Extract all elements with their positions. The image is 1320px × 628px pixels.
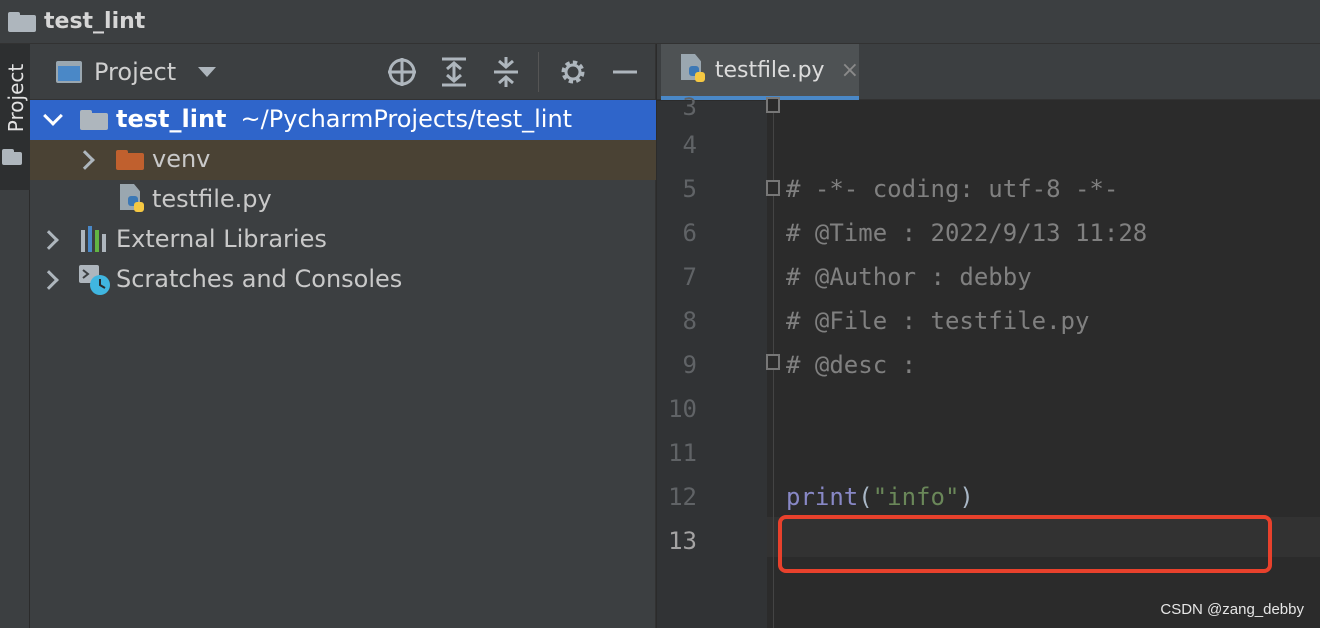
project-panel: Project test_lint ~/PycharmProjects/test…: [30, 44, 656, 628]
fold-marker-icon[interactable]: [766, 354, 780, 370]
line-number: 9: [682, 351, 697, 379]
folder-icon: [8, 11, 36, 32]
toolbar-separator: [538, 52, 539, 92]
line-number: 3: [682, 93, 697, 121]
folder-icon: [116, 150, 144, 170]
builtin-print: print: [786, 483, 859, 511]
line-number: 5: [682, 175, 697, 203]
line-number: 12: [668, 483, 697, 511]
code-line: # @Author : debby: [786, 263, 1032, 291]
watermark: CSDN @zang_debby: [1160, 601, 1304, 618]
folder-icon: [2, 149, 22, 165]
external-libraries-label: External Libraries: [116, 225, 327, 253]
scratches-label: Scratches and Consoles: [116, 265, 403, 293]
root-folder-path: ~/PycharmProjects/test_lint: [240, 105, 573, 133]
project-window-icon: [56, 60, 82, 83]
project-view-selector[interactable]: Project: [94, 58, 176, 86]
tree-item-venv[interactable]: venv: [30, 140, 656, 180]
tree-item-external-libraries[interactable]: External Libraries: [30, 220, 656, 260]
left-tool-strip: Project: [0, 44, 30, 628]
folder-icon: [80, 110, 108, 130]
python-file-icon: [118, 184, 146, 216]
tab-testfile[interactable]: testfile.py ×: [661, 44, 859, 100]
python-file-icon: [679, 54, 705, 86]
project-tool-tab-label: Project: [4, 63, 28, 133]
line-number: 10: [668, 395, 697, 423]
project-tool-tab[interactable]: Project: [0, 44, 30, 190]
breadcrumb-project[interactable]: test_lint: [44, 9, 145, 34]
line-number: 4: [682, 131, 697, 159]
code-line-print: print("info"): [786, 483, 974, 511]
code-line: # -*- coding: utf-8 -*-: [786, 175, 1119, 203]
code-line: # @desc :: [786, 351, 917, 379]
fold-marker-icon[interactable]: [766, 180, 780, 196]
chevron-right-icon[interactable]: [39, 270, 59, 290]
editor-tab-bar: testfile.py ×: [657, 44, 1320, 100]
close-icon[interactable]: ×: [841, 58, 859, 83]
project-tree: test_lint ~/PycharmProjects/test_lint ven…: [30, 100, 656, 300]
highlight-annotation-box: [778, 515, 1272, 573]
root-folder-name: test_lint: [116, 105, 227, 133]
code-line: # @Time : 2022/9/13 11:28: [786, 219, 1148, 247]
minimize-icon[interactable]: [607, 54, 643, 90]
testfile-label: testfile.py: [152, 185, 272, 213]
gear-icon[interactable]: [555, 54, 591, 90]
project-panel-header: Project: [30, 44, 655, 100]
locate-icon[interactable]: [384, 54, 420, 90]
line-number: 6: [682, 219, 697, 247]
venv-label: venv: [152, 145, 211, 173]
scratches-icon: [78, 264, 112, 296]
chevron-down-icon[interactable]: [198, 66, 217, 77]
chevron-down-icon[interactable]: [43, 106, 63, 126]
project-toolbar: [368, 52, 643, 92]
tree-item-scratches[interactable]: Scratches and Consoles: [30, 260, 656, 300]
line-number: 8: [682, 307, 697, 335]
tree-item-root[interactable]: test_lint ~/PycharmProjects/test_lint: [30, 100, 656, 140]
line-number: 11: [668, 439, 697, 467]
line-number-current: 13: [668, 527, 697, 555]
editor-pane: testfile.py × 3 4 5 # -*- coding: utf-8 …: [657, 44, 1320, 628]
chevron-right-icon[interactable]: [39, 230, 59, 250]
string-literal: "info": [872, 483, 960, 511]
navigation-bar: test_lint: [0, 0, 1320, 44]
expand-all-icon[interactable]: [436, 54, 472, 90]
collapse-all-icon[interactable]: [488, 54, 524, 90]
chevron-right-icon[interactable]: [75, 150, 95, 170]
tab-label: testfile.py: [714, 57, 825, 83]
line-number: 7: [682, 263, 697, 291]
libraries-icon: [80, 226, 108, 252]
fold-marker-icon[interactable]: [766, 97, 780, 113]
code-line: # @File : testfile.py: [786, 307, 1090, 335]
tree-item-testfile[interactable]: testfile.py: [30, 180, 656, 220]
